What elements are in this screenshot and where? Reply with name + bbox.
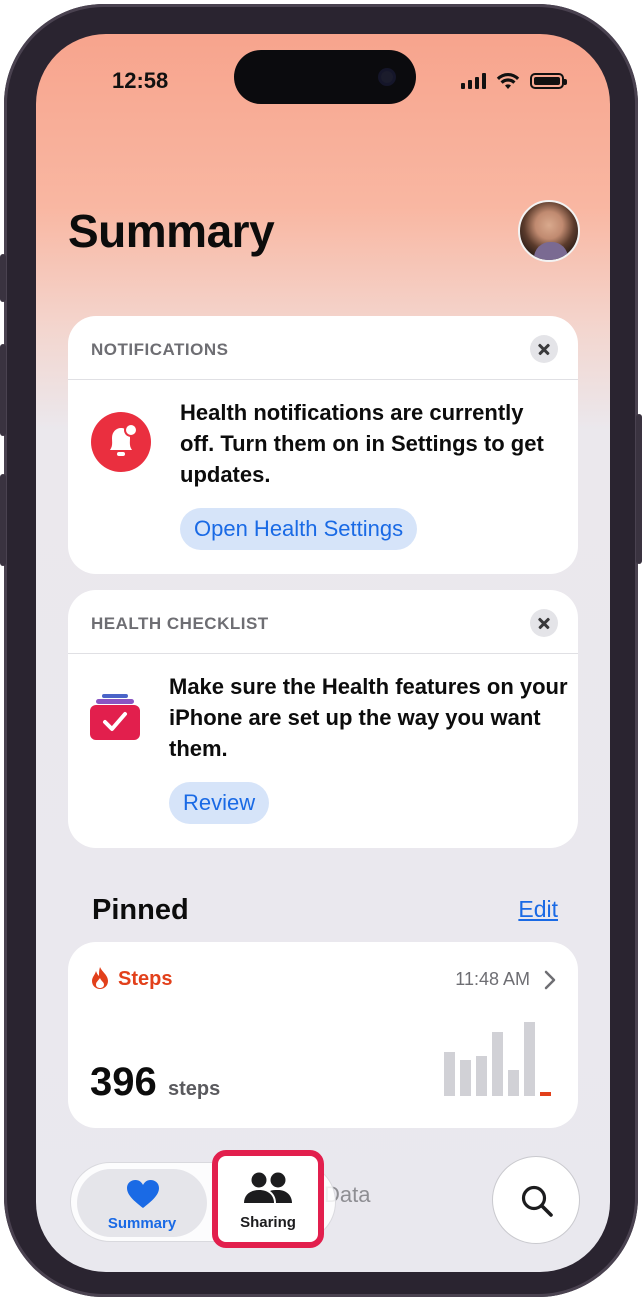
status-time: 12:58	[112, 68, 169, 93]
steps-label: Steps	[118, 968, 173, 990]
health-checklist-label: HEALTH CHECKLIST	[91, 614, 269, 633]
mini-chart-bar	[460, 1060, 471, 1096]
notifications-label: NOTIFICATIONS	[91, 340, 229, 359]
battery-icon	[530, 73, 567, 89]
status-icons	[461, 72, 567, 90]
heart-icon	[127, 1180, 159, 1208]
notifications-card: NOTIFICATIONS Health notifications are c…	[68, 316, 578, 574]
checklist-message: Make sure the Health features on your iP…	[169, 674, 568, 761]
dynamic-island	[234, 50, 416, 104]
tab-sharing[interactable]: Sharing	[212, 1150, 324, 1248]
camera	[378, 68, 396, 86]
screen: 12:58 Summary NOTIFICATIONS Health notif…	[36, 34, 610, 1272]
steps-unit: steps	[168, 1078, 221, 1100]
action-button	[0, 254, 6, 302]
checklist-icon	[90, 694, 140, 740]
review-button[interactable]: Review	[169, 782, 270, 824]
open-health-settings-button[interactable]: Open Health Settings	[180, 508, 418, 550]
page-title: Summary	[68, 205, 275, 257]
mini-chart-bar	[444, 1052, 455, 1096]
search-icon	[521, 1185, 553, 1217]
steps-mini-chart	[444, 1022, 551, 1096]
cellular-signal-icon	[461, 73, 486, 89]
volume-down-button	[0, 474, 6, 566]
card-header: NOTIFICATIONS	[68, 316, 578, 380]
notifications-message: Health notifications are currently off. …	[180, 400, 544, 487]
tab-sharing-label: Sharing	[240, 1214, 296, 1231]
flame-icon	[92, 967, 108, 989]
people-icon	[244, 1172, 292, 1203]
wifi-icon	[496, 73, 520, 89]
phone-frame: 12:58 Summary NOTIFICATIONS Health notif…	[0, 4, 642, 1297]
close-icon[interactable]	[530, 335, 558, 363]
steps-card[interactable]: Steps 11:48 AM 396 steps	[68, 942, 578, 1128]
mini-chart-bar	[524, 1022, 535, 1096]
side-button	[636, 414, 642, 564]
mini-chart-bar	[508, 1070, 519, 1096]
mini-chart-bar	[476, 1056, 487, 1096]
bell-icon	[91, 412, 151, 472]
volume-up-button	[0, 344, 6, 436]
edit-link[interactable]: Edit	[518, 896, 558, 923]
chevron-right-icon	[544, 970, 556, 990]
search-button[interactable]	[492, 1156, 580, 1244]
card-header: HEALTH CHECKLIST	[68, 590, 578, 654]
mini-chart-bar	[492, 1032, 503, 1096]
tab-summary[interactable]: Summary	[77, 1169, 207, 1237]
pinned-heading: Pinned	[92, 894, 189, 926]
avatar[interactable]	[518, 200, 580, 262]
health-checklist-card: HEALTH CHECKLIST Make sure the Health fe…	[68, 590, 578, 848]
mini-chart-bar-current	[540, 1092, 551, 1096]
steps-value: 396	[90, 1060, 157, 1104]
steps-time: 11:48 AM	[455, 969, 530, 989]
close-icon[interactable]	[530, 609, 558, 637]
tab-summary-label: Summary	[107, 1215, 177, 1232]
